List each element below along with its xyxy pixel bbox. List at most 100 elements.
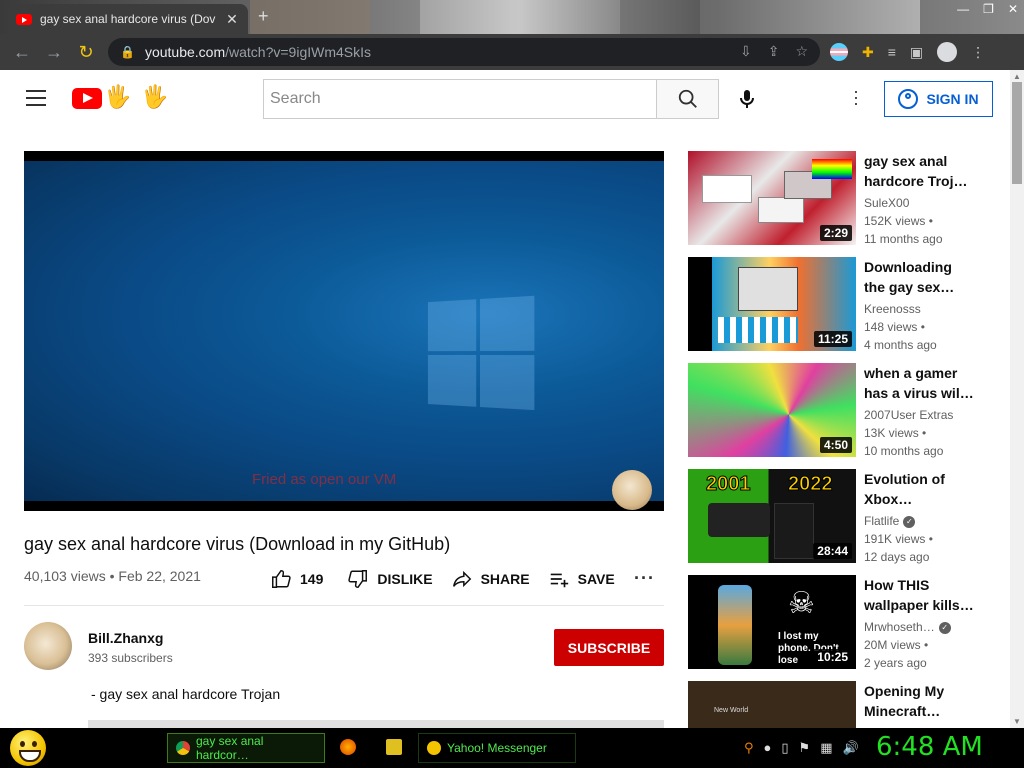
page-scrollbar[interactable]: ▲ ▼ (1010, 70, 1024, 728)
more-actions-icon[interactable]: ··· (634, 568, 655, 589)
recommendation-title[interactable]: when a gamer has a virus wil… (864, 363, 974, 403)
save-button[interactable]: SAVE (548, 568, 615, 590)
windows-logo-icon (427, 295, 539, 413)
glitch-strip (420, 0, 620, 34)
video-duration: 11:25 (813, 331, 852, 347)
back-icon[interactable]: ← (6, 42, 38, 63)
start-smiley-icon[interactable] (10, 730, 46, 766)
omnibox-icons: ⇩ ⇪ ☆ (740, 43, 808, 60)
scroll-up-icon[interactable]: ▲ (1013, 72, 1021, 81)
search-input[interactable]: Search (263, 79, 657, 119)
channel-name[interactable]: Bill.Zhanxg (88, 630, 163, 646)
recommendation-title[interactable]: Evolution of Xbox… (864, 469, 974, 509)
channel-label: Flatlife (864, 514, 900, 528)
puzzle-extension-icon[interactable]: ✚ (862, 44, 874, 61)
profile-icon[interactable] (937, 42, 958, 62)
browser-menu-icon[interactable]: ⋮ (971, 44, 985, 61)
firefox-icon[interactable] (340, 739, 356, 755)
system-tray: ⚲ ● ▯ ⚑ ▦ 🔊 (744, 740, 859, 756)
window-controls: — ❐ ✕ (957, 2, 1018, 16)
hamburger-menu-icon[interactable] (26, 90, 46, 106)
recommendation-age: 12 days ago (864, 550, 930, 564)
reload-icon[interactable]: ↻ (70, 42, 102, 63)
volume-icon[interactable]: 🔊 (843, 740, 859, 756)
search-button[interactable] (656, 79, 719, 119)
share-button[interactable]: SHARE (451, 568, 530, 590)
recommendation-channel: 2007User Extras (864, 408, 954, 422)
recommendation-item[interactable]: 4:50 when a gamer has a virus wil… 2007U… (688, 363, 1010, 458)
video-caption: Fried as open our VM (252, 471, 397, 488)
scroll-down-icon[interactable]: ▼ (1013, 717, 1021, 726)
maximize-icon[interactable]: ❐ (983, 2, 994, 16)
bookmark-star-icon[interactable]: ☆ (795, 43, 808, 60)
youtube-masthead: 🖐🖐 Search · · · SIGN IN (0, 70, 1010, 128)
network-icon[interactable]: ▦ (820, 740, 832, 756)
channel-watermark-avatar[interactable] (612, 470, 652, 510)
video-actions: 149 DISLIKE SHARE SAVE (270, 568, 633, 590)
notes-icon[interactable]: ▯ (781, 740, 788, 756)
dislike-label: DISLIKE (377, 571, 433, 587)
subscribe-button[interactable]: SUBSCRIBE (554, 629, 664, 666)
recommendation-title[interactable]: How THIS wallpaper kills… (864, 575, 974, 615)
recommendation-title[interactable]: Downloading the gay sex… (864, 257, 974, 297)
video-thumbnail[interactable]: 2001 2022 28:44 (688, 469, 856, 563)
share-label: SHARE (480, 571, 530, 587)
microphone-icon[interactable] (735, 87, 759, 111)
video-thumbnail[interactable]: 11:25 (688, 257, 856, 351)
channel-avatar[interactable] (24, 622, 72, 670)
sign-in-label: SIGN IN (926, 91, 979, 107)
side-panel-icon[interactable]: ▣ (910, 44, 923, 61)
sign-in-button[interactable]: SIGN IN (884, 81, 993, 117)
video-thumbnail[interactable]: 2:29 (688, 151, 856, 245)
like-button[interactable]: 149 (270, 568, 323, 590)
settings-dots-icon[interactable]: · · · (846, 82, 866, 112)
video-thumbnail[interactable]: 4:50 (688, 363, 856, 457)
extension-icons: ✚ ≡ ▣ ⋮ (830, 42, 985, 62)
recommendation-views: 13K views • (864, 426, 927, 440)
taskbar-clock[interactable]: 6:48 AM (876, 732, 983, 762)
recommendation-item[interactable]: ☠ I lost my phone. Don't lose 10:25 How … (688, 575, 1010, 670)
status-icon[interactable]: ● (764, 740, 772, 756)
video-duration: 28:44 (813, 543, 852, 559)
video-stats: 40,103 views • Feb 22, 2021 (24, 568, 201, 584)
close-tab-icon[interactable]: ✕ (224, 11, 240, 28)
recommendation-channel: SuleX00 (864, 196, 910, 210)
scrollbar-thumb[interactable] (1012, 82, 1022, 184)
install-icon[interactable]: ⇩ (740, 43, 752, 60)
taskbar-chrome-window[interactable]: gay sex anal hardcor… (167, 733, 325, 763)
recommendation-title[interactable]: gay sex anal hardcore Troj… (864, 151, 974, 191)
glitch-strip (700, 0, 920, 34)
video-thumbnail[interactable]: ☠ I lost my phone. Don't lose 10:25 (688, 575, 856, 669)
recommendation-item[interactable]: New World Opening My Minecraft… (688, 681, 1010, 728)
recommendation-title[interactable]: Opening My Minecraft… (864, 681, 974, 721)
thumb-text: New World (714, 707, 749, 714)
recommendation-views: 152K views • (864, 214, 933, 228)
url-path: /watch?v=9igIWm4SkIs (225, 44, 372, 60)
video-player[interactable]: Fried as open our VM (24, 151, 664, 511)
video-thumbnail[interactable]: New World (688, 681, 856, 728)
recommendation-item[interactable]: 2001 2022 28:44 Evolution of Xbox… Flatl… (688, 469, 1010, 564)
new-tab-icon[interactable]: + (258, 6, 269, 27)
thumb-text-left: 2001 (706, 473, 751, 496)
flag-icon[interactable]: ⚑ (799, 740, 811, 756)
minimize-icon[interactable]: — (957, 2, 969, 16)
browser-tab[interactable]: gay sex anal hardcore virus (Dov ✕ (8, 4, 248, 34)
recommendation-views: 20M views • (864, 638, 929, 652)
share-icon[interactable]: ⇪ (768, 43, 780, 60)
search-icon[interactable]: ⚲ (744, 740, 754, 756)
close-window-icon[interactable]: ✕ (1008, 2, 1018, 16)
address-bar[interactable]: 🔒 youtube.com/watch?v=9igIWm4SkIs ⇩ ⇪ ☆ (108, 38, 820, 66)
folder-icon[interactable] (386, 739, 402, 755)
recommendation-item[interactable]: 2:29 gay sex anal hardcore Troj… SuleX00… (688, 151, 1010, 246)
youtube-logo-icon[interactable] (72, 88, 102, 109)
recommendation-item[interactable]: 11:25 Downloading the gay sex… Kreenosss… (688, 257, 1010, 352)
taskbar-yahoo-window[interactable]: Yahoo! Messenger (418, 733, 576, 763)
recommendation-age: 10 months ago (864, 444, 944, 458)
forward-icon[interactable]: → (38, 42, 70, 63)
tab-title: gay sex anal hardcore virus (Dov (40, 12, 216, 26)
recommendation-channel: Flatlife ✓ (864, 514, 916, 528)
flag-extension-icon[interactable] (830, 43, 848, 61)
dislike-button[interactable]: DISLIKE (347, 568, 433, 590)
media-queue-icon[interactable]: ≡ (888, 44, 896, 60)
video-description: - gay sex anal hardcore Trojan (91, 686, 281, 702)
